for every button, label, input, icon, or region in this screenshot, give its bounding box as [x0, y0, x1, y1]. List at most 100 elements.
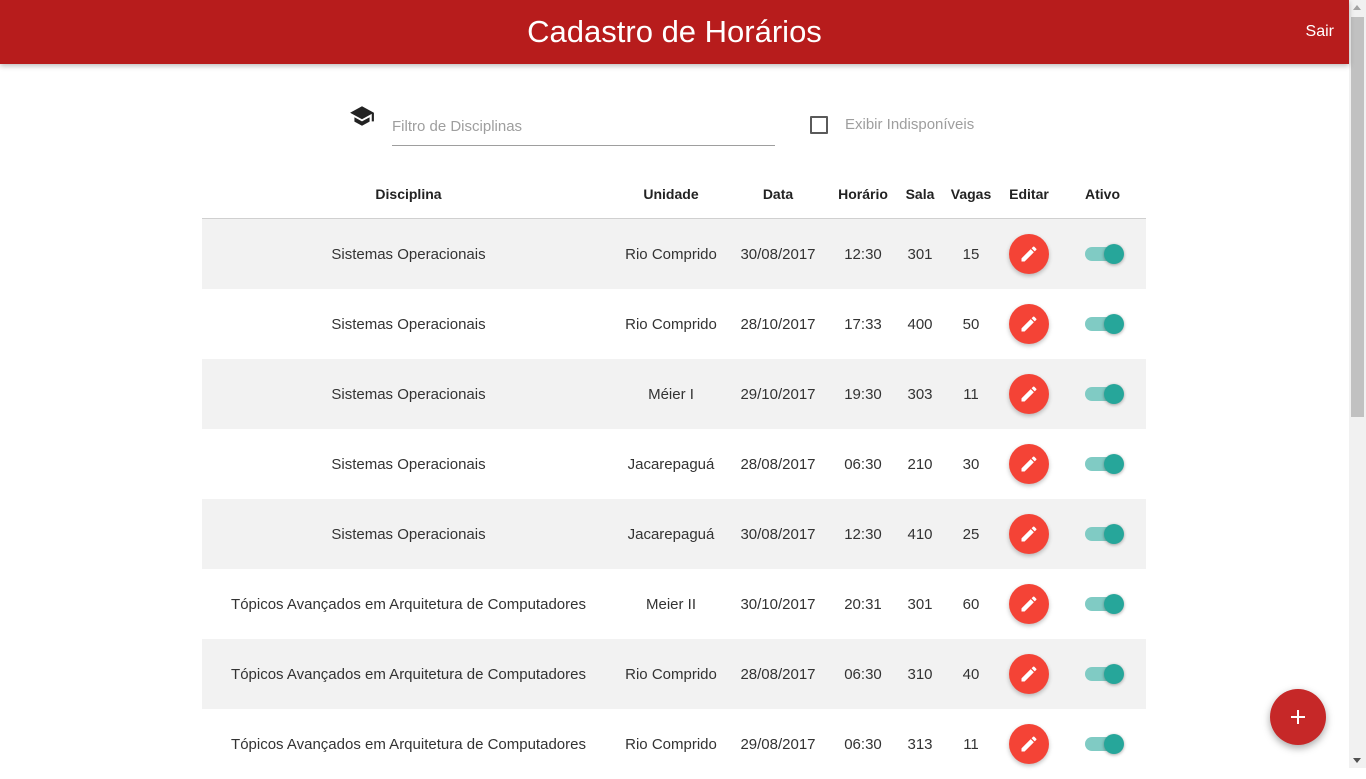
time-cell: 17:33: [844, 315, 882, 333]
active-toggle[interactable]: [1084, 524, 1124, 544]
discipline-cell: Sistemas Operacionais: [331, 525, 486, 543]
pencil-icon: [1021, 316, 1037, 332]
edit-cell: [999, 709, 1059, 779]
edit-cell: [999, 359, 1059, 429]
discipline-cell: Tópicos Avançados em Arquitetura de Comp…: [231, 665, 586, 683]
scroll-up-icon[interactable]: [1353, 5, 1361, 10]
table-row: Sistemas Operacionais Rio Comprido 28/10/2…: [202, 289, 1146, 359]
active-toggle[interactable]: [1084, 314, 1124, 334]
edit-cell: [999, 289, 1059, 359]
edit-button[interactable]: [1009, 654, 1049, 694]
time-cell: 06:30: [844, 735, 882, 753]
room-cell: 301: [907, 595, 933, 613]
room-cell: 301: [907, 245, 933, 263]
discipline-cell: Sistemas Operacionais: [331, 245, 486, 263]
toggle-knob: [1103, 454, 1124, 474]
logout-link[interactable]: Sair: [1306, 0, 1334, 64]
discipline-cell: Sistemas Operacionais: [331, 385, 486, 403]
discipline-cell: Sistemas Operacionais: [331, 315, 486, 333]
edit-button[interactable]: [1009, 444, 1049, 484]
seats-cell: 11: [963, 735, 979, 753]
table-header-row: Disciplina Unidade Data Horário Sala Vag…: [202, 170, 1146, 219]
date-cell: 29/08/2017: [740, 735, 816, 753]
table-row: Tópicos Avançados em Arquitetura de Comp…: [202, 569, 1146, 639]
edit-cell: [999, 569, 1059, 639]
toggle-knob: [1103, 594, 1124, 614]
time-cell: 06:30: [844, 455, 882, 473]
toggle-knob: [1103, 524, 1124, 544]
table-row: Tópicos Avançados em Arquitetura de Comp…: [202, 639, 1146, 709]
seats-cell: 25: [962, 525, 980, 543]
discipline-cell: Tópicos Avançados em Arquitetura de Comp…: [231, 735, 586, 753]
date-cell: 30/08/2017: [740, 245, 816, 263]
discipline-cell: Tópicos Avançados em Arquitetura de Comp…: [231, 595, 586, 613]
edit-button[interactable]: [1009, 374, 1049, 414]
column-header[interactable]: Vagas: [943, 170, 999, 219]
vertical-scrollbar[interactable]: [1349, 0, 1366, 768]
edit-button[interactable]: [1009, 514, 1049, 554]
edit-button[interactable]: [1009, 724, 1049, 764]
pencil-icon: [1021, 736, 1037, 752]
filter-bar: Exibir Indisponíveis: [0, 95, 1349, 155]
active-toggle[interactable]: [1084, 594, 1124, 614]
date-cell: 28/08/2017: [740, 665, 816, 683]
column-header: Ativo: [1059, 170, 1146, 219]
page-title: Cadastro de Horários: [527, 14, 822, 49]
edit-cell: [999, 429, 1059, 499]
room-cell: 303: [907, 385, 933, 403]
unit-cell: Jacarepaguá: [627, 525, 715, 543]
pencil-icon: [1021, 666, 1037, 682]
seats-cell: 60: [962, 595, 980, 613]
show-unavailable-label: Exibir Indisponíveis: [845, 116, 975, 133]
seats-cell: 30: [962, 455, 980, 473]
time-cell: 12:30: [844, 525, 882, 543]
time-cell: 19:30: [844, 385, 882, 403]
add-schedule-button[interactable]: [1270, 689, 1326, 745]
time-cell: 12:30: [844, 245, 882, 263]
column-header[interactable]: Unidade: [615, 170, 727, 219]
active-toggle[interactable]: [1084, 664, 1124, 684]
scroll-down-icon[interactable]: [1353, 758, 1361, 763]
seats-cell: 15: [962, 245, 980, 263]
seats-cell: 11: [963, 385, 979, 403]
seats-cell: 50: [962, 315, 980, 333]
edit-button[interactable]: [1009, 584, 1049, 624]
edit-cell: [999, 639, 1059, 709]
active-cell: [1059, 359, 1146, 429]
unit-cell: Méier I: [648, 385, 694, 403]
unit-cell: Rio Comprido: [625, 315, 717, 333]
active-cell: [1059, 429, 1146, 499]
show-unavailable-checkbox[interactable]: [810, 116, 828, 134]
date-cell: 28/08/2017: [740, 455, 816, 473]
unit-cell: Rio Comprido: [625, 735, 717, 753]
active-toggle[interactable]: [1084, 734, 1124, 754]
unit-cell: Rio Comprido: [625, 665, 717, 683]
date-cell: 30/08/2017: [740, 525, 816, 543]
active-cell: [1059, 569, 1146, 639]
room-cell: 210: [907, 455, 933, 473]
column-header[interactable]: Data: [727, 170, 829, 219]
column-header[interactable]: Disciplina: [202, 170, 615, 219]
discipline-filter-input[interactable]: [392, 107, 775, 146]
pencil-icon: [1021, 596, 1037, 612]
pencil-icon: [1021, 526, 1037, 542]
column-header[interactable]: Horário: [829, 170, 897, 219]
table-row: Tópicos Avançados em Arquitetura de Comp…: [202, 709, 1146, 779]
table-row: Sistemas Operacionais Jacarepaguá 28/08/20…: [202, 429, 1146, 499]
seats-cell: 40: [962, 665, 980, 683]
active-toggle[interactable]: [1084, 454, 1124, 474]
edit-button[interactable]: [1009, 234, 1049, 274]
app-header: Cadastro de Horários Sair: [0, 0, 1349, 64]
pencil-icon: [1021, 456, 1037, 472]
toggle-knob: [1103, 734, 1124, 754]
column-header: Editar: [999, 170, 1059, 219]
column-header[interactable]: Sala: [897, 170, 943, 219]
unit-cell: Jacarepaguá: [627, 455, 715, 473]
active-toggle[interactable]: [1084, 384, 1124, 404]
toggle-knob: [1103, 664, 1124, 684]
scrollbar-thumb[interactable]: [1351, 17, 1364, 417]
active-toggle[interactable]: [1084, 244, 1124, 264]
unit-cell: Rio Comprido: [625, 245, 717, 263]
graduation-cap-icon: [350, 106, 374, 126]
edit-button[interactable]: [1009, 304, 1049, 344]
